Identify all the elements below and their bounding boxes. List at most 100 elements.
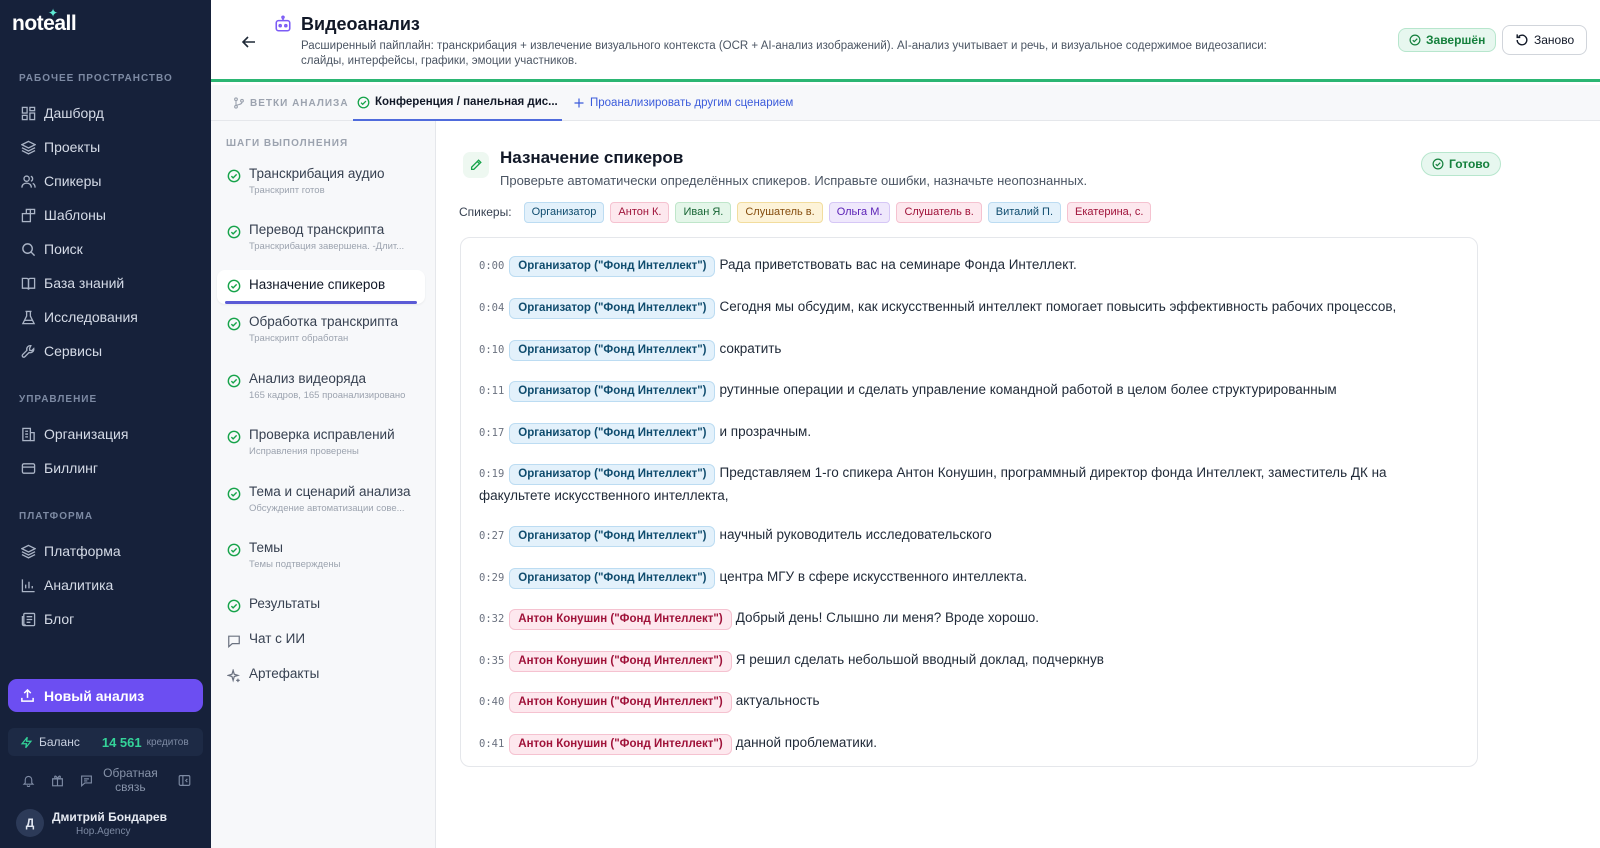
step-results[interactable]: Результаты xyxy=(217,596,425,613)
transcript-text: данной проблематики. xyxy=(735,735,878,750)
bell-icon[interactable] xyxy=(14,774,43,787)
timestamp[interactable]: 0:27 xyxy=(479,530,504,542)
new-analysis-button[interactable]: Новый анализ xyxy=(8,679,203,712)
step-title: Результаты xyxy=(249,596,321,611)
speakers-label: Спикеры: xyxy=(459,205,512,219)
sidebar-utility-row: Обратная связь xyxy=(14,763,199,797)
speaker-tag[interactable]: Организатор ("Фонд Интеллект") xyxy=(509,526,716,547)
timestamp[interactable]: 0:11 xyxy=(479,385,504,397)
speaker-chip[interactable]: Антон К. xyxy=(610,201,670,223)
speaker-chip[interactable]: Виталий П. xyxy=(987,201,1062,223)
sidebar-item-dashboard[interactable]: Дашборд xyxy=(8,98,203,128)
timestamp[interactable]: 0:10 xyxy=(479,344,504,356)
sidebar-item-label: Аналитика xyxy=(44,577,114,593)
tab-branches[interactable]: ВЕТКИ АНАЛИЗА xyxy=(233,85,349,121)
sidebar-item-search[interactable]: Поиск xyxy=(8,234,203,264)
timestamp[interactable]: 0:41 xyxy=(479,738,504,750)
speaker-chip[interactable]: Иван Я. xyxy=(675,201,732,223)
step-video-analysis[interactable]: Анализ видеоряда 165 кадров, 165 проанал… xyxy=(217,371,425,401)
sidebar-item-platform[interactable]: Платформа xyxy=(8,536,203,566)
speaker-tag[interactable]: Организатор ("Фонд Интеллект") xyxy=(509,340,716,361)
step-ai-chat[interactable]: Чат с ИИ xyxy=(217,631,425,648)
section-description: Проверьте автоматически определённых спи… xyxy=(500,173,1088,188)
transcript-line: 0:04 Организатор ("Фонд Интеллект") Сегодн… xyxy=(479,296,1454,319)
step-artifacts[interactable]: Артефакты xyxy=(217,666,425,683)
step-subtitle: 165 кадров, 165 проанализировано xyxy=(249,390,406,401)
timestamp[interactable]: 0:19 xyxy=(479,468,504,480)
speaker-chip[interactable]: Екатерина, с. xyxy=(1067,201,1152,223)
timestamp[interactable]: 0:00 xyxy=(479,260,504,272)
speaker-chip[interactable]: Ольга М. xyxy=(828,201,891,223)
speaker-tag[interactable]: Антон Конушин ("Фонд Интеллект") xyxy=(509,692,732,713)
timestamp[interactable]: 0:40 xyxy=(479,696,504,708)
speaker-chip[interactable]: Организатор xyxy=(523,201,605,223)
add-scenario-tab[interactable]: Проанализировать другим сценарием xyxy=(573,85,793,121)
sidebar-item-speakers[interactable]: Спикеры xyxy=(8,166,203,196)
sidebar-item-billing[interactable]: Биллинг xyxy=(8,453,203,483)
speaker-tag[interactable]: Антон Конушин ("Фонд Интеллект") xyxy=(509,651,732,672)
step-speaker-assignment[interactable]: Назначение спикеров xyxy=(217,270,425,304)
step-topic-scenario[interactable]: Тема и сценарий анализа Обсуждение автом… xyxy=(217,484,425,514)
back-button[interactable] xyxy=(237,30,261,54)
step-translation[interactable]: Перевод транскрипта Транскрибация заверш… xyxy=(217,222,425,252)
book-icon xyxy=(20,275,36,291)
collapse-sidebar-icon[interactable] xyxy=(170,774,199,787)
speaker-tag[interactable]: Организатор ("Фонд Интеллект") xyxy=(509,464,716,485)
step-topics[interactable]: Темы Темы подтверждены xyxy=(217,540,425,570)
speaker-tag[interactable]: Организатор ("Фонд Интеллект") xyxy=(509,298,716,319)
balance-widget[interactable]: Баланс 14 561 кредитов xyxy=(8,728,203,756)
transcript-line: 0:40 Антон Конушин ("Фонд Интеллект") акту… xyxy=(479,690,1454,713)
gift-icon[interactable] xyxy=(43,774,72,787)
timestamp[interactable]: 0:29 xyxy=(479,572,504,584)
step-transcription[interactable]: Транскрибация аудио Транскрипт готов xyxy=(217,166,425,196)
sidebar-item-research[interactable]: Исследования xyxy=(8,302,203,332)
sidebar-item-blog[interactable]: Блог xyxy=(8,604,203,634)
step-transcript-processing[interactable]: Обработка транскрипта Транскрипт обработ… xyxy=(217,314,425,344)
step-subtitle: Исправления проверены xyxy=(249,446,359,457)
speaker-tag[interactable]: Организатор ("Фонд Интеллект") xyxy=(509,381,716,402)
sidebar-item-knowledge-base[interactable]: База знаний xyxy=(8,268,203,298)
speaker-tag[interactable]: Организатор ("Фонд Интеллект") xyxy=(509,568,716,589)
speaker-tag[interactable]: Организатор ("Фонд Интеллект") xyxy=(509,423,716,444)
speaker-tag[interactable]: Организатор ("Фонд Интеллект") xyxy=(509,256,716,277)
sidebar-item-templates[interactable]: Шаблоны xyxy=(8,200,203,230)
timestamp[interactable]: 0:04 xyxy=(479,302,504,314)
transcript-text: рутинные операции и сделать управление к… xyxy=(719,382,1337,397)
robot-icon xyxy=(274,15,292,38)
sidebar-item-analytics[interactable]: Аналитика xyxy=(8,570,203,600)
sidebar-item-services[interactable]: Сервисы xyxy=(8,336,203,366)
timestamp[interactable]: 0:35 xyxy=(479,655,504,667)
arrow-left-icon xyxy=(241,36,255,48)
management-section-label: УПРАВЛЕНИЕ xyxy=(19,394,98,405)
transcript-text: Сегодня мы обсудим, как искусственный ин… xyxy=(719,299,1397,314)
speaker-tag[interactable]: Антон Конушин ("Фонд Интеллект") xyxy=(509,609,732,630)
timestamp[interactable]: 0:17 xyxy=(479,427,504,439)
feedback-link[interactable]: Обратная связь xyxy=(101,766,160,794)
app-logo[interactable]: noteall xyxy=(12,12,77,36)
sidebar-item-projects[interactable]: Проекты xyxy=(8,132,203,162)
timestamp[interactable]: 0:32 xyxy=(479,613,504,625)
speaker-chip[interactable]: Слушатель в. xyxy=(737,201,823,223)
sidebar-item-organization[interactable]: Организация xyxy=(8,419,203,449)
check-circle-icon xyxy=(1432,158,1444,170)
feedback-icon[interactable] xyxy=(72,774,101,787)
step-title: Анализ видеоряда xyxy=(249,371,366,386)
transcript-text: и прозрачным. xyxy=(719,424,812,439)
speaker-chip[interactable]: Слушатель в. xyxy=(896,201,982,223)
layers-icon xyxy=(20,543,36,559)
step-subtitle: Темы подтверждены xyxy=(249,559,341,570)
sidebar-item-label: Сервисы xyxy=(44,343,103,359)
users-icon xyxy=(20,173,36,189)
transcript-list[interactable]: 0:00 Организатор ("Фонд Интеллект") Рада п… xyxy=(460,237,1478,767)
main-content: Назначение спикеров Проверьте автоматиче… xyxy=(436,121,1600,848)
card-icon xyxy=(20,460,36,476)
user-profile[interactable]: Д Дмитрий Бондарев Hop.Agency xyxy=(16,809,167,837)
flask-icon xyxy=(20,309,36,325)
step-corrections-check[interactable]: Проверка исправлений Исправления провере… xyxy=(217,427,425,457)
search-icon xyxy=(20,241,36,257)
tab-conference[interactable]: Конференция / панельная дис... xyxy=(353,85,562,121)
restart-label: Заново xyxy=(1534,33,1575,47)
analysis-tabs: ВЕТКИ АНАЛИЗА Конференция / панельная ди… xyxy=(211,85,1600,121)
speaker-tag[interactable]: Антон Конушин ("Фонд Интеллект") xyxy=(509,734,732,755)
restart-button[interactable]: Заново xyxy=(1502,25,1588,55)
